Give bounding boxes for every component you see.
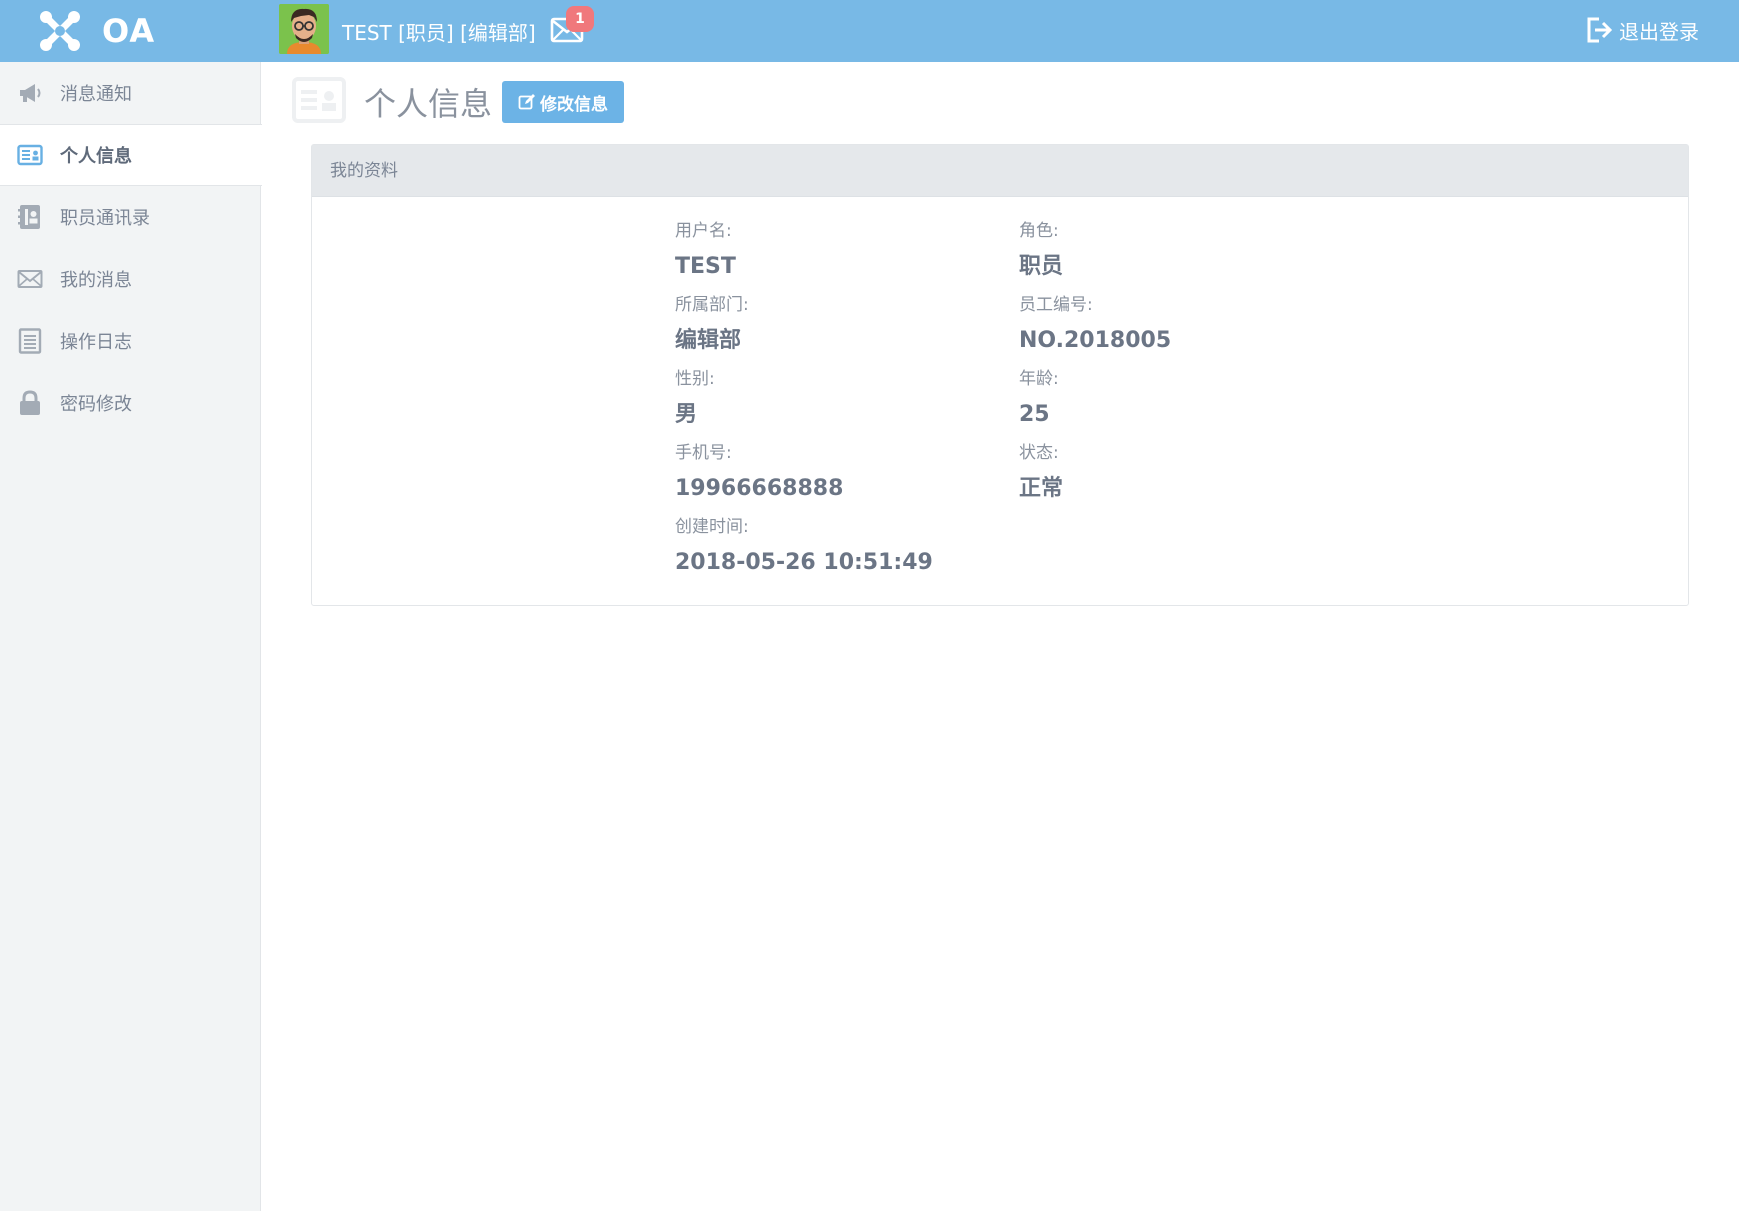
profile-panel: 我的资料 用户名: TEST 角色: 职员 所属部门: 编辑部 员工编号: NO… (311, 144, 1689, 606)
sidebar-item-directory[interactable]: 职员通讯录 (0, 186, 260, 248)
field-age: 年龄: 25 (1019, 363, 1363, 437)
sidebar-item-label: 个人信息 (60, 146, 132, 167)
sidebar-item-label: 密码修改 (60, 394, 132, 415)
sidebar-item-messages[interactable]: 我的消息 (0, 248, 260, 310)
field-role: 角色: 职员 (1019, 215, 1363, 289)
field-value: 男 (675, 402, 698, 427)
sidebar-item-label: 操作日志 (60, 332, 132, 353)
edit-button-label: 修改信息 (540, 94, 609, 115)
sidebar-item-operation-log[interactable]: 操作日志 (0, 310, 260, 372)
field-value: 19966668888 (675, 476, 844, 501)
field-label: 用户名: (675, 221, 732, 241)
joomla-logo-icon (40, 11, 80, 51)
user-avatar-icon (279, 4, 329, 54)
field-label: 年龄: (1019, 369, 1059, 389)
field-username: 用户名: TEST (675, 215, 1019, 289)
field-label: 创建时间: (675, 517, 749, 537)
list-doc-icon (16, 327, 44, 355)
logo-text: OA (102, 12, 156, 50)
field-value: 25 (1019, 402, 1050, 427)
field-value: 正常 (1019, 476, 1064, 501)
field-status: 状态: 正常 (1019, 437, 1363, 511)
sidebar-item-change-password[interactable]: 密码修改 (0, 372, 260, 434)
field-created-time: 创建时间: 2018-05-26 10:51:49 (675, 511, 1019, 585)
app-logo[interactable]: OA (36, 6, 155, 56)
field-employee-id: 员工编号: NO.2018005 (1019, 289, 1363, 363)
sidebar-item-notifications[interactable]: 消息通知 (0, 62, 260, 124)
field-gender: 性别: 男 (675, 363, 1019, 437)
panel-title: 我的资料 (312, 145, 1688, 197)
edit-profile-button[interactable]: 修改信息 (502, 81, 625, 123)
sidebar: 消息通知 个人信息 职员通讯录 我的消息 操作日志 密码修改 (0, 62, 262, 1211)
logout-button[interactable]: 退出登录 (1585, 14, 1699, 46)
edit-icon (518, 94, 536, 110)
field-value: TEST (675, 254, 736, 279)
id-card-icon (16, 141, 44, 169)
field-department: 所属部门: 编辑部 (675, 289, 1019, 363)
field-phone: 手机号: 19966668888 (675, 437, 1019, 511)
field-label: 性别: (675, 369, 715, 389)
id-card-icon (292, 77, 346, 127)
top-bar: OA TEST [职员] [编辑部] 1 退出登录 (0, 0, 1739, 62)
field-label: 手机号: (675, 443, 732, 463)
field-label: 所属部门: (675, 295, 749, 315)
logout-label: 退出登录 (1619, 19, 1699, 44)
field-value: 编辑部 (675, 328, 742, 353)
lock-icon (16, 389, 44, 417)
field-value: 2018-05-26 10:51:49 (675, 550, 933, 575)
page-title: 个人信息 (364, 85, 493, 123)
profile-fields: 用户名: TEST 角色: 职员 所属部门: 编辑部 员工编号: NO.2018… (675, 215, 1375, 585)
sidebar-item-profile[interactable]: 个人信息 (0, 124, 262, 186)
sign-out-icon (1587, 17, 1613, 43)
avatar[interactable] (279, 4, 329, 54)
field-label: 角色: (1019, 221, 1059, 241)
field-label: 员工编号: (1019, 295, 1093, 315)
field-value: 职员 (1019, 254, 1064, 279)
bullhorn-icon (16, 79, 44, 107)
sidebar-item-label: 职员通讯录 (60, 208, 150, 229)
sidebar-item-label: 我的消息 (60, 270, 132, 291)
field-value: NO.2018005 (1019, 328, 1172, 353)
field-label: 状态: (1019, 443, 1059, 463)
current-user-info: TEST [职员] [编辑部] (342, 21, 536, 45)
sidebar-item-label: 消息通知 (60, 84, 132, 105)
unread-badge: 1 (566, 6, 594, 32)
address-book-icon (16, 203, 44, 231)
envelope-icon (16, 265, 44, 293)
page-header: 个人信息 修改信息 (292, 77, 625, 127)
